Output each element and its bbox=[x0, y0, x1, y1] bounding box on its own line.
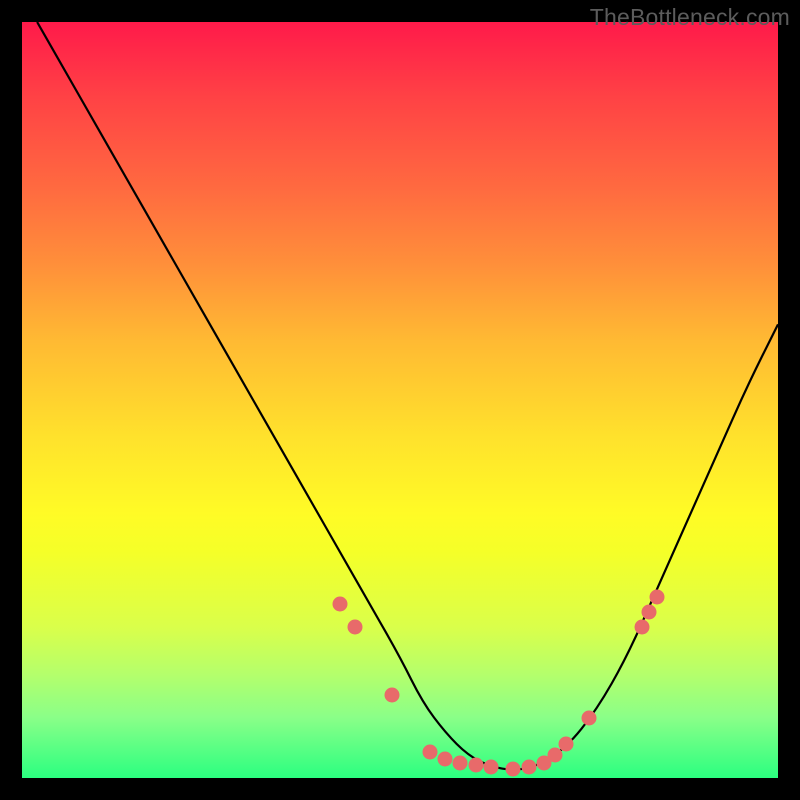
data-marker bbox=[332, 597, 347, 612]
curve-path bbox=[37, 22, 778, 769]
data-marker bbox=[438, 752, 453, 767]
data-marker bbox=[506, 761, 521, 776]
data-marker bbox=[423, 744, 438, 759]
bottleneck-curve-plot bbox=[22, 22, 778, 778]
data-marker bbox=[634, 619, 649, 634]
data-marker bbox=[582, 710, 597, 725]
data-marker bbox=[521, 759, 536, 774]
data-marker bbox=[347, 619, 362, 634]
data-marker bbox=[642, 604, 657, 619]
data-marker bbox=[385, 687, 400, 702]
data-marker bbox=[650, 589, 665, 604]
data-marker bbox=[453, 755, 468, 770]
data-marker bbox=[483, 759, 498, 774]
data-marker bbox=[547, 748, 562, 763]
data-marker bbox=[468, 758, 483, 773]
data-marker bbox=[559, 736, 574, 751]
